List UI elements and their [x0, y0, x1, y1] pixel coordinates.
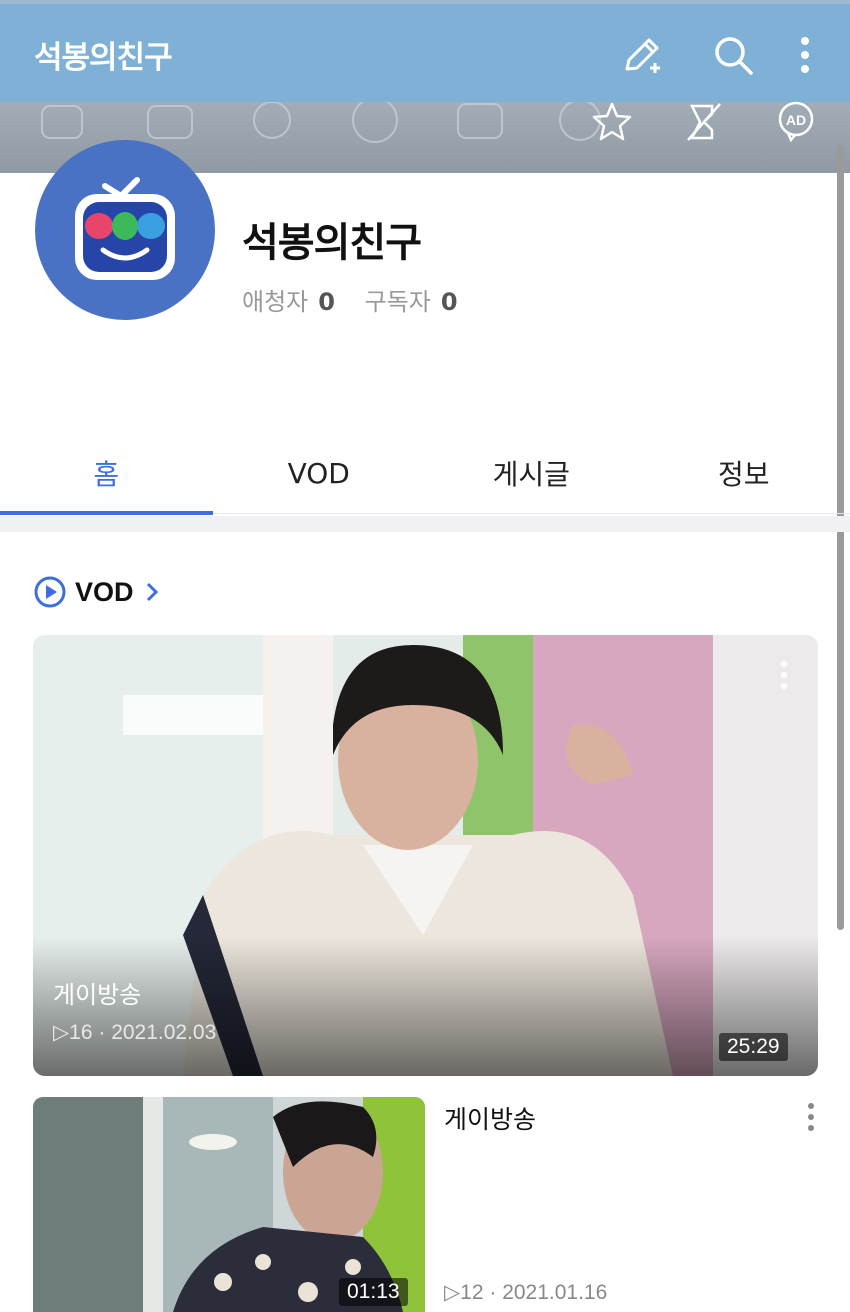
subscribers-label: 구독자: [364, 288, 431, 316]
upload-date: 2021.02.03: [111, 1021, 217, 1044]
tab-home[interactable]: 홈: [0, 432, 213, 515]
video-card-featured[interactable]: 게이방송 ▷16 · 2021.02.03 25:29: [33, 635, 818, 1076]
channel-page: 석봉의친구 AD 석봉의친구 애청자 0 구독자 0 홈 VOD 게시글 정보 …: [0, 0, 850, 1312]
video-title: 게이방송: [53, 981, 142, 1009]
subscribers-count: 0: [440, 288, 458, 316]
channel-stats: 애청자 0 구독자 0: [242, 282, 480, 317]
chevron-right-icon: [146, 582, 158, 602]
video-card-thumbnail[interactable]: 01:13: [33, 1097, 425, 1312]
vod-section-header[interactable]: VOD: [33, 574, 160, 610]
video-meta: ▷12 · 2021.01.16: [444, 1281, 608, 1304]
tab-bar: 홈 VOD 게시글 정보: [0, 432, 850, 515]
edit-icon[interactable]: [620, 32, 666, 78]
video-meta: ▷16 · 2021.02.03: [53, 1021, 217, 1044]
ad-icon[interactable]: AD: [772, 100, 820, 144]
vod-section-title: VOD: [75, 576, 134, 607]
tab-vod[interactable]: VOD: [213, 432, 426, 514]
play-circle-icon: [34, 576, 66, 608]
tab-info[interactable]: 정보: [638, 432, 850, 514]
video-title[interactable]: 게이방송: [444, 1100, 536, 1136]
app-bar-title: 석봉의친구: [34, 40, 173, 76]
search-icon[interactable]: [710, 32, 756, 78]
avatar[interactable]: [35, 140, 215, 320]
play-count-icon: ▷: [53, 1021, 70, 1044]
more-vertical-icon[interactable]: [796, 1097, 826, 1137]
tab-posts[interactable]: 게시글: [425, 432, 638, 514]
view-count: 12: [460, 1281, 484, 1304]
thumbnail-gradient: [33, 936, 818, 1076]
ad-label: AD: [786, 112, 806, 128]
top-app-bar: 석봉의친구: [0, 4, 850, 102]
tv-logo-icon: [75, 177, 175, 280]
view-count: 16: [69, 1021, 93, 1044]
viewers-count: 0: [318, 288, 335, 316]
video-duration: 25:29: [719, 1033, 788, 1061]
star-icon[interactable]: [588, 100, 636, 144]
scrollbar[interactable]: [837, 145, 844, 930]
more-vertical-icon[interactable]: [769, 655, 799, 695]
more-vertical-icon[interactable]: [782, 32, 828, 78]
channel-name: 석봉의친구: [242, 220, 422, 266]
section-divider: [0, 516, 850, 532]
viewers-label: 애청자: [242, 288, 309, 316]
upload-date: 2021.01.16: [502, 1281, 608, 1304]
video-duration: 01:13: [339, 1278, 408, 1306]
play-count-icon: ▷: [444, 1281, 461, 1304]
mute-icon[interactable]: [680, 100, 728, 144]
